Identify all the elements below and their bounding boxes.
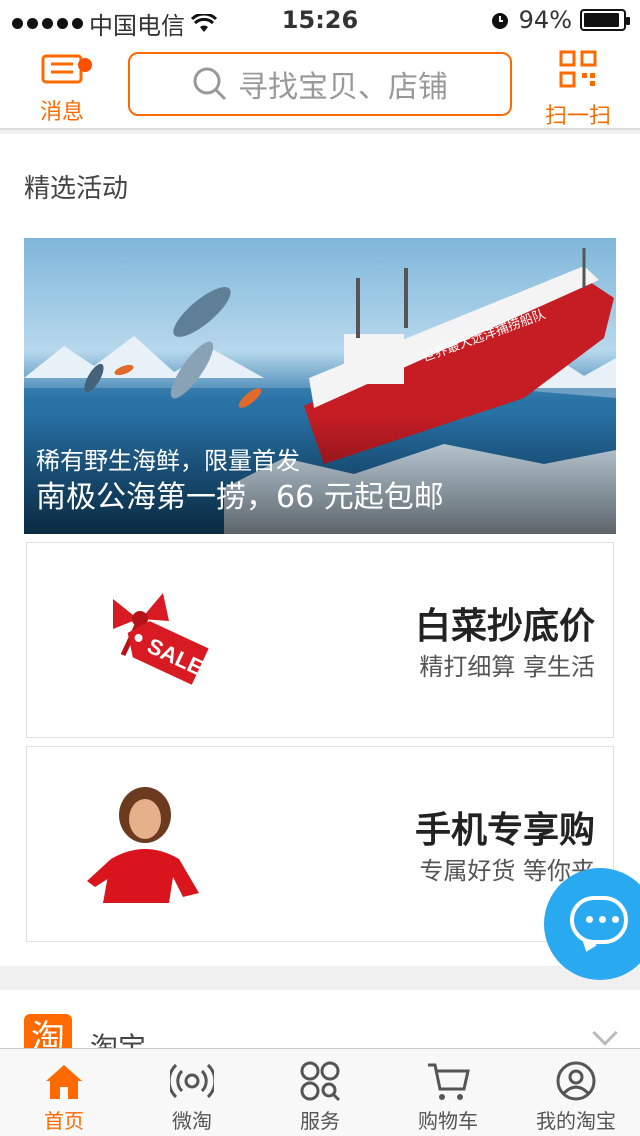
profile-icon [556, 1061, 596, 1101]
promo-card-mobile[interactable]: 手机专享购 专属好货 等你来 [26, 746, 614, 942]
tab-label: 服务 [300, 1109, 340, 1133]
scan-button[interactable]: 扫一扫 [536, 50, 620, 130]
section-title: 精选活动 [24, 174, 129, 204]
chat-bubble-icon [570, 896, 628, 944]
banner-subtitle: 稀有野生海鲜，限量首发 [36, 447, 300, 475]
search-input[interactable]: 寻找宝贝、店铺 [128, 52, 512, 116]
cart-icon [428, 1063, 470, 1100]
qr-scan-icon [559, 50, 597, 88]
sale-tag-icon: SALE [113, 593, 209, 685]
promo-banner[interactable]: 世界最大远洋捕捞船队 稀有野生海鲜，限量首发 南极公海第一捞，66 元起包邮 [24, 238, 616, 534]
tab-label: 微淘 [172, 1109, 212, 1133]
messages-button[interactable]: 消息 [20, 50, 104, 126]
tab-cart[interactable]: 购物车 [384, 1049, 512, 1136]
battery-icon [580, 9, 630, 31]
chevron-down-icon[interactable] [592, 1020, 618, 1046]
scan-label: 扫一扫 [544, 104, 611, 129]
search-icon [193, 67, 227, 101]
alarm-icon [491, 13, 508, 29]
tab-label: 购物车 [418, 1109, 478, 1133]
message-icon [41, 54, 83, 84]
status-bar: 中国电信 15:26 94% [0, 0, 640, 40]
messages-label: 消息 [39, 100, 84, 125]
bottom-tab-bar: 首页 微淘 服务 购物车 我的淘宝 [0, 1048, 640, 1136]
tab-home[interactable]: 首页 [0, 1049, 128, 1136]
promo-subtitle: 精打细算 享生活 [419, 653, 595, 681]
promo-card-bargain[interactable]: SALE 白菜抄底价 精打细算 享生活 [26, 542, 614, 738]
model-photo [87, 787, 199, 903]
tab-weitao[interactable]: 微淘 [128, 1049, 256, 1136]
promo-title: 白菜抄底价 [414, 606, 595, 647]
featured-section: 精选活动 世界最大远洋捕捞船队 稀有野生海鲜，限量首发 南极公海第一捞，66 元… [0, 134, 640, 966]
grid-icon [300, 1061, 341, 1102]
home-icon [46, 1065, 82, 1099]
battery-percent: 94% [518, 6, 572, 34]
broadcast-icon [170, 1063, 214, 1099]
tab-services[interactable]: 服务 [256, 1049, 384, 1136]
promo-title: 手机专享购 [414, 810, 595, 851]
tab-label: 我的淘宝 [536, 1109, 616, 1133]
search-placeholder: 寻找宝贝、店铺 [238, 70, 448, 105]
notification-dot [78, 58, 92, 72]
tab-label: 首页 [44, 1109, 84, 1133]
banner-title: 南极公海第一捞，66 元起包邮 [36, 480, 444, 515]
tab-my-taobao[interactable]: 我的淘宝 [512, 1049, 640, 1136]
top-header: 消息 寻找宝贝、店铺 扫一扫 [0, 40, 640, 130]
